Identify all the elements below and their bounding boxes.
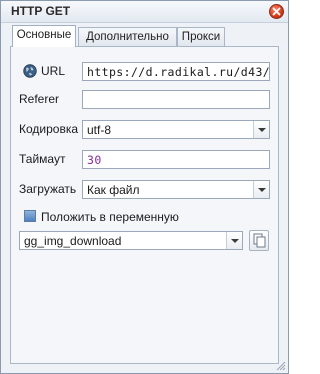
variable-select[interactable]: gg_img_download bbox=[19, 231, 243, 250]
chevron-down-icon[interactable] bbox=[226, 232, 242, 249]
tab-advanced-label: Дополнительно bbox=[86, 31, 169, 43]
variable-value: gg_img_download bbox=[24, 234, 122, 248]
tab-advanced[interactable]: Дополнительно bbox=[78, 27, 177, 46]
encoding-value: utf-8 bbox=[87, 123, 112, 137]
referer-input[interactable] bbox=[82, 90, 270, 109]
http-get-dialog: HTTP GET Основные Дополнительно Прокси U… bbox=[0, 0, 289, 374]
save-to-variable-checkbox[interactable] bbox=[24, 210, 36, 222]
encoding-select[interactable]: utf-8 bbox=[82, 120, 270, 139]
download-label: Загружать bbox=[19, 182, 77, 196]
chevron-down-icon[interactable] bbox=[253, 121, 269, 138]
download-value: Как файл bbox=[87, 183, 140, 197]
url-input[interactable]: https://d.radikal.ru/d43/1 bbox=[82, 62, 270, 81]
copy-button[interactable] bbox=[249, 230, 269, 251]
chevron-down-icon[interactable] bbox=[253, 181, 269, 198]
close-icon bbox=[272, 7, 281, 16]
copy-icon bbox=[253, 233, 266, 248]
timeout-value: 30 bbox=[87, 153, 102, 167]
timeout-label: Таймаут bbox=[19, 152, 66, 166]
tab-proxy-label: Прокси bbox=[181, 31, 221, 43]
globe-icon bbox=[23, 64, 37, 78]
save-to-variable-label: Положить в переменную bbox=[41, 210, 179, 224]
close-button[interactable] bbox=[269, 4, 284, 19]
resize-grip-icon[interactable] bbox=[276, 361, 286, 371]
download-select[interactable]: Как файл bbox=[82, 180, 270, 199]
url-label: URL bbox=[41, 64, 66, 78]
title-bar: HTTP GET bbox=[1, 1, 288, 23]
url-value: https://d.radikal.ru/d43/1 bbox=[87, 65, 270, 79]
tab-proxy[interactable]: Прокси bbox=[177, 27, 225, 46]
tab-main-label: Основные bbox=[16, 29, 72, 41]
referer-label: Referer bbox=[19, 92, 60, 106]
encoding-label: Кодировка bbox=[19, 122, 79, 136]
timeout-input[interactable]: 30 bbox=[82, 150, 270, 169]
window-title: HTTP GET bbox=[11, 4, 71, 18]
tab-main[interactable]: Основные bbox=[12, 25, 76, 47]
